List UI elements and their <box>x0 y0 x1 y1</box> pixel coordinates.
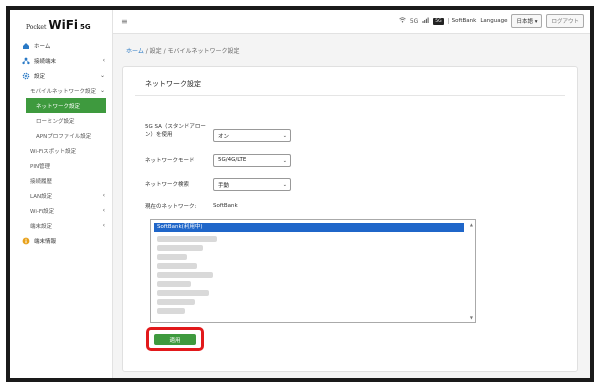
sidebar-item-lan[interactable]: LAN設定 ‹ <box>10 188 113 203</box>
sidebar-item-label: PIN管理 <box>30 163 51 170</box>
home-icon <box>22 42 30 50</box>
chevron-down-icon: ⌄ <box>99 87 105 94</box>
page-title: ネットワーク設定 <box>145 80 201 88</box>
sidebar-item-connection-history[interactable]: 接続履歴 <box>10 173 113 188</box>
scroll-down-icon[interactable]: ▼ <box>470 315 473 320</box>
wifi-status-icon <box>399 17 406 25</box>
sidebar-item-label: Wi-Fiスポット設定 <box>30 148 77 155</box>
chevron-down-icon: ⌄ <box>282 182 287 188</box>
chevron-down-icon: ⌄ <box>282 158 287 164</box>
network-list[interactable]: SoftBank(利用中) ▲ ▼ <box>150 219 476 323</box>
chevron-down-icon: ⌄ <box>282 133 287 139</box>
sidebar-item-label: 接続端末 <box>34 58 57 65</box>
network-option-blurred[interactable] <box>157 272 213 278</box>
current-network-label: 現在のネットワーク: <box>145 204 197 210</box>
breadcrumb-current: モバイルネットワーク設定 <box>167 48 240 55</box>
breadcrumb-settings: 設定 <box>149 48 162 55</box>
network-mode-value: 5G/4G/LTE <box>218 157 247 163</box>
network-option-blurred[interactable] <box>157 236 217 242</box>
sidebar-item-wifi-spot[interactable]: Wi-Fiスポット設定 <box>10 143 113 158</box>
apply-button[interactable]: 適用 <box>154 334 196 345</box>
sidebar-item-label: 端末情報 <box>34 238 57 245</box>
sa-label: 5G SA（スタンドアロー ン）を使用 <box>145 124 206 138</box>
sidebar-item-pin[interactable]: PIN管理 <box>10 158 113 173</box>
network-option-blurred[interactable] <box>157 254 187 260</box>
logo: Pocket WiFi 5G <box>26 18 91 34</box>
network-search-select[interactable]: 手動 ⌄ <box>213 178 291 191</box>
sidebar-item-device-settings[interactable]: 端末設定 ‹ <box>10 218 113 233</box>
network-option-blurred[interactable] <box>157 245 203 251</box>
sidebar-item-label: ホーム <box>34 43 51 50</box>
network-search-value: 手動 <box>218 183 230 189</box>
top-header: ≡ 5G 5G SoftBank Language 日本語 ▾ ログアウト <box>113 10 590 34</box>
network-option-selected[interactable]: SoftBank(利用中) <box>154 223 464 232</box>
devices-icon <box>22 57 30 65</box>
breadcrumb-home[interactable]: ホーム <box>126 48 144 55</box>
chevron-left-icon: ‹ <box>102 57 105 64</box>
sidebar-item-home[interactable]: ホーム <box>10 38 113 53</box>
info-icon <box>22 237 30 245</box>
network-mode-select[interactable]: 5G/4G/LTE ⌄ <box>213 154 291 167</box>
sidebar-nav: ホーム 接続端末 ‹ 設定 ⌄ モバイルネットワーク設定 ⌄ ネットワーク設定 … <box>10 38 113 248</box>
apply-highlight: 適用 <box>146 327 204 351</box>
logo-wifi: WiFi <box>48 18 79 32</box>
carrier-name: SoftBank <box>447 18 476 24</box>
breadcrumb: ホーム / 設定 / モバイルネットワーク設定 <box>126 46 240 55</box>
header-status: 5G 5G SoftBank Language 日本語 ▾ ログアウト <box>399 14 584 28</box>
sidebar-item-label: ネットワーク設定 <box>36 103 81 110</box>
language-label: Language <box>480 18 508 24</box>
sidebar-item-network-settings[interactable]: ネットワーク設定 <box>26 98 106 113</box>
gear-icon <box>22 72 30 80</box>
network-mode-label: ネットワークモード <box>145 158 195 164</box>
5g-badge: 5G <box>433 17 444 25</box>
sidebar-item-settings[interactable]: 設定 ⌄ <box>10 68 113 83</box>
current-network-value: SoftBank <box>213 203 238 209</box>
network-option-blurred[interactable] <box>157 281 191 287</box>
app-window: Pocket WiFi 5G ホーム 接続端末 ‹ 設定 ⌄ モバイルネットワー… <box>6 6 594 382</box>
network-option-blurred[interactable] <box>157 299 195 305</box>
network-option-blurred[interactable] <box>157 263 197 269</box>
logout-button[interactable]: ログアウト <box>546 14 584 28</box>
sidebar-item-roaming[interactable]: ローミング設定 <box>10 113 113 128</box>
sidebar-item-label: 設定 <box>34 73 46 80</box>
network-search-label: ネットワーク検索 <box>145 182 190 188</box>
logo-5g: 5G <box>80 23 91 31</box>
sidebar-item-device-info[interactable]: 端末情報 <box>10 233 113 248</box>
sidebar-item-label: Wi-Fi設定 <box>30 208 55 215</box>
hamburger-icon[interactable]: ≡ <box>121 17 128 26</box>
chevron-left-icon: ‹ <box>102 222 105 229</box>
sidebar-item-apn-profile[interactable]: APNプロファイル設定 <box>10 128 113 143</box>
sidebar-item-label: モバイルネットワーク設定 <box>30 88 97 95</box>
network-option-blurred[interactable] <box>157 290 209 296</box>
sidebar-item-label: 接続履歴 <box>30 178 53 185</box>
sidebar-item-devices[interactable]: 接続端末 ‹ <box>10 53 113 68</box>
sidebar-item-label: 端末設定 <box>30 223 53 230</box>
sidebar-item-label: APNプロファイル設定 <box>36 133 92 140</box>
signal-icon <box>422 17 429 25</box>
network-option-blurred[interactable] <box>157 308 185 314</box>
logo-pocket: Pocket <box>26 24 47 31</box>
chevron-left-icon: ‹ <box>102 192 105 199</box>
sa-select[interactable]: オン ⌄ <box>213 129 291 142</box>
network-settings-card: ネットワーク設定 5G SA（スタンドアロー ン）を使用 オン ⌄ ネットワーク… <box>122 66 578 372</box>
scroll-up-icon[interactable]: ▲ <box>470 222 473 227</box>
chevron-down-icon: ⌄ <box>99 72 105 79</box>
sidebar: Pocket WiFi 5G ホーム 接続端末 ‹ 設定 ⌄ モバイルネットワー… <box>10 10 113 378</box>
sa-select-value: オン <box>218 134 230 140</box>
sidebar-item-mobile-network[interactable]: モバイルネットワーク設定 ⌄ <box>10 83 113 98</box>
chevron-left-icon: ‹ <box>102 207 105 214</box>
sidebar-item-label: LAN設定 <box>30 193 53 200</box>
divider <box>135 95 565 96</box>
language-select[interactable]: 日本語 ▾ <box>511 14 543 28</box>
sidebar-item-label: ローミング設定 <box>36 118 75 125</box>
sidebar-item-wifi[interactable]: Wi-Fi設定 ‹ <box>10 203 113 218</box>
network-type-label: 5G <box>409 17 419 25</box>
